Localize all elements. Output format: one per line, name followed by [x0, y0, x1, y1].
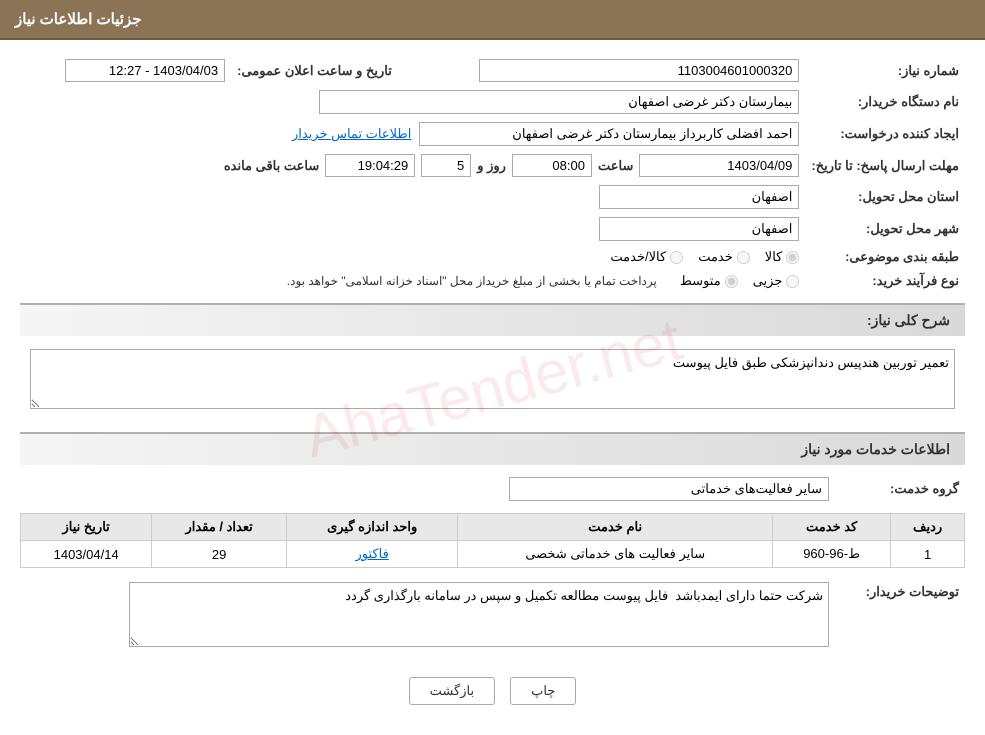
category-service: خدمت [698, 249, 750, 265]
buyer-desc-textarea [129, 582, 829, 647]
deadline-row: 1403/04/09 ساعت 08:00 روز و 5 19:04:29 س… [20, 150, 805, 181]
service-group-input: سایر فعالیت‌های خدماتی [509, 477, 829, 501]
radio-kala[interactable] [786, 251, 799, 264]
page-title: جزئیات اطلاعات نیاز [15, 11, 142, 28]
need-number-label: شماره نیاز: [805, 55, 965, 86]
back-button[interactable]: بازگشت [409, 677, 495, 705]
cell-date: 1403/04/14 [21, 541, 152, 568]
buyer-desc-table: توضیحات خریدار: [20, 578, 965, 654]
deadline-days-label: روز و [477, 158, 506, 174]
radio-partial[interactable] [786, 275, 799, 288]
deadline-label: مهلت ارسال پاسخ: تا تاریخ: [805, 150, 965, 181]
col-service-name: نام خدمت [458, 514, 773, 541]
org-name-value: بیمارستان دکتر غرضی اصفهان [20, 86, 805, 118]
announce-date-value: 1403/04/03 - 12:27 [20, 55, 231, 86]
deadline-date-input: 1403/04/09 [639, 154, 799, 177]
table-row: 1 ط-96-960 سایر فعالیت های خدماتی شخصی ف… [21, 541, 965, 568]
buyer-desc-label: توضیحات خریدار: [835, 578, 965, 654]
service-group-label: گروه خدمت: [835, 473, 965, 505]
province-input: اصفهان [599, 185, 799, 209]
need-number-input: 1103004601000320 [479, 59, 799, 82]
city-input: اصفهان [599, 217, 799, 241]
category-label: طبقه بندی موضوعی: [805, 245, 965, 269]
category-kala-service: کالا/خدمت [610, 249, 683, 265]
col-unit: واحد اندازه گیری [286, 514, 457, 541]
radio-kala-service-label: کالا/خدمت [610, 249, 666, 265]
announce-date-input: 1403/04/03 - 12:27 [65, 59, 225, 82]
button-row: چاپ بازگشت [20, 662, 965, 720]
process-note: پرداخت تمام یا بخشی از مبلغ خریداز محل "… [287, 274, 657, 288]
radio-kala-service[interactable] [670, 251, 683, 264]
deadline-time-input: 08:00 [512, 154, 592, 177]
radio-service[interactable] [737, 251, 750, 264]
info-table: شماره نیاز: 1103004601000320 تاریخ و ساع… [20, 55, 965, 293]
province-label: استان محل تحویل: [805, 181, 965, 213]
need-desc-section-header: شرح کلی نیاز: [20, 303, 965, 336]
cell-row-num: 1 [891, 541, 965, 568]
deadline-time-label: ساعت [598, 158, 633, 174]
province-value: اصفهان [20, 181, 805, 213]
city-label: شهر محل تحویل: [805, 213, 965, 245]
category-kala: کالا [765, 249, 800, 265]
col-date: تاریخ نیاز [21, 514, 152, 541]
cell-quantity: 29 [152, 541, 287, 568]
print-button[interactable]: چاپ [510, 677, 576, 705]
col-service-code: کد خدمت [773, 514, 891, 541]
org-name-input: بیمارستان دکتر غرضی اصفهان [319, 90, 799, 114]
need-number-value: 1103004601000320 [398, 55, 805, 86]
process-value: جزیی متوسط پرداخت تمام یا بخشی از مبلغ خ… [20, 269, 805, 293]
page-container: جزئیات اطلاعات نیاز AhaTender.net شماره … [0, 0, 985, 735]
page-header: جزئیات اطلاعات نیاز [0, 0, 985, 40]
requester-label: ایجاد کننده درخواست: [805, 118, 965, 150]
service-group-value: سایر فعالیت‌های خدماتی [20, 473, 835, 505]
category-value: کالا خدمت کالا/خدمت [20, 245, 805, 269]
need-desc-textarea [30, 349, 955, 409]
radio-medium-label: متوسط [680, 273, 721, 289]
main-content: AhaTender.net شماره نیاز: 11030046010003… [0, 40, 985, 735]
org-name-label: نام دستگاه خریدار: [805, 86, 965, 118]
cell-code: ط-96-960 [773, 541, 891, 568]
deadline-remaining-input: 19:04:29 [325, 154, 415, 177]
col-row-num: ردیف [891, 514, 965, 541]
buyer-desc-value [20, 578, 835, 654]
radio-service-label: خدمت [698, 249, 733, 265]
process-partial: جزیی [753, 273, 800, 289]
cell-name: سایر فعالیت های خدماتی شخصی [458, 541, 773, 568]
cell-unit[interactable]: فاکتور [286, 541, 457, 568]
col-quantity: تعداد / مقدار [152, 514, 287, 541]
deadline-remaining-label: ساعت باقی مانده [224, 158, 319, 174]
requester-input: احمد افضلی کاربرداز بیمارستان دکتر غرضی … [419, 122, 799, 146]
need-desc-label: شرح کلی نیاز: [867, 312, 950, 328]
need-desc-area [20, 344, 965, 422]
contact-link[interactable]: اطلاعات تماس خریدار [292, 126, 411, 142]
services-section-label: اطلاعات خدمات مورد نیاز [801, 441, 950, 457]
radio-kala-label: کالا [765, 249, 783, 265]
announce-date-label: تاریخ و ساعت اعلان عمومی: [231, 55, 398, 86]
services-section-header: اطلاعات خدمات مورد نیاز [20, 432, 965, 465]
services-table: ردیف کد خدمت نام خدمت واحد اندازه گیری ت… [20, 513, 965, 568]
radio-medium[interactable] [725, 275, 738, 288]
radio-partial-label: جزیی [753, 273, 783, 289]
deadline-days-input: 5 [421, 154, 471, 177]
city-value: اصفهان [20, 213, 805, 245]
process-medium: متوسط [680, 273, 738, 289]
process-label: نوع فرآیند خرید: [805, 269, 965, 293]
service-group-table: گروه خدمت: سایر فعالیت‌های خدماتی [20, 473, 965, 505]
requester-value: احمد افضلی کاربرداز بیمارستان دکتر غرضی … [20, 118, 805, 150]
